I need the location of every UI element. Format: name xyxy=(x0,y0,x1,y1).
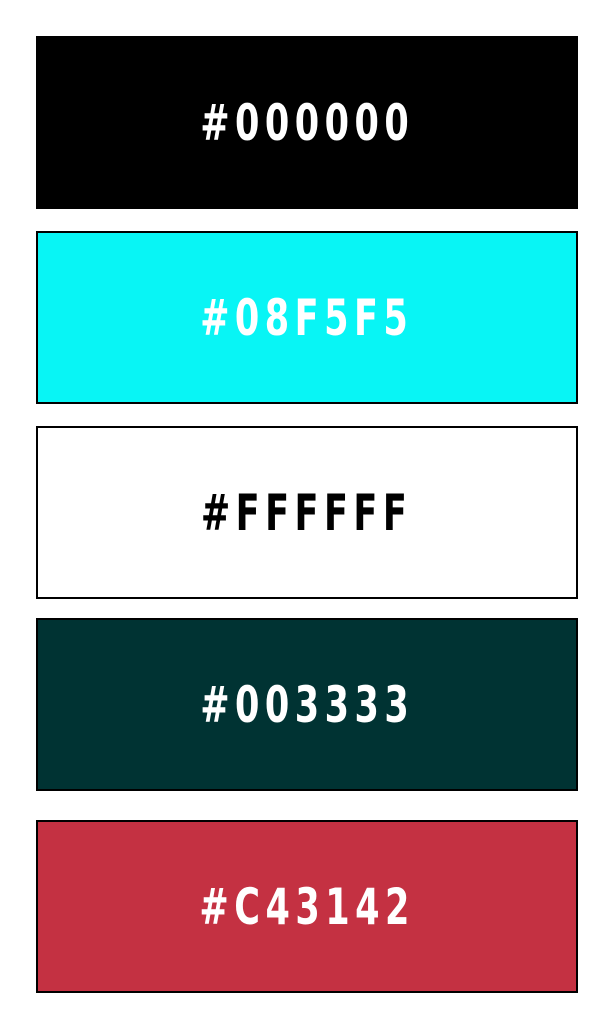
color-swatch-dark-teal: #003333 xyxy=(36,618,578,791)
color-swatch-black: #000000 xyxy=(36,36,578,209)
swatch-hex-label: #08F5F5 xyxy=(200,288,414,347)
swatch-hex-label: #FFFFFF xyxy=(201,483,413,542)
color-swatch-red: #C43142 xyxy=(36,820,578,993)
swatch-hex-label: #000000 xyxy=(199,93,415,152)
color-swatch-white: #FFFFFF xyxy=(36,426,578,599)
color-swatch-cyan: #08F5F5 xyxy=(36,231,578,404)
swatch-hex-label: #C43142 xyxy=(199,877,415,936)
swatch-hex-label: #003333 xyxy=(199,675,415,734)
